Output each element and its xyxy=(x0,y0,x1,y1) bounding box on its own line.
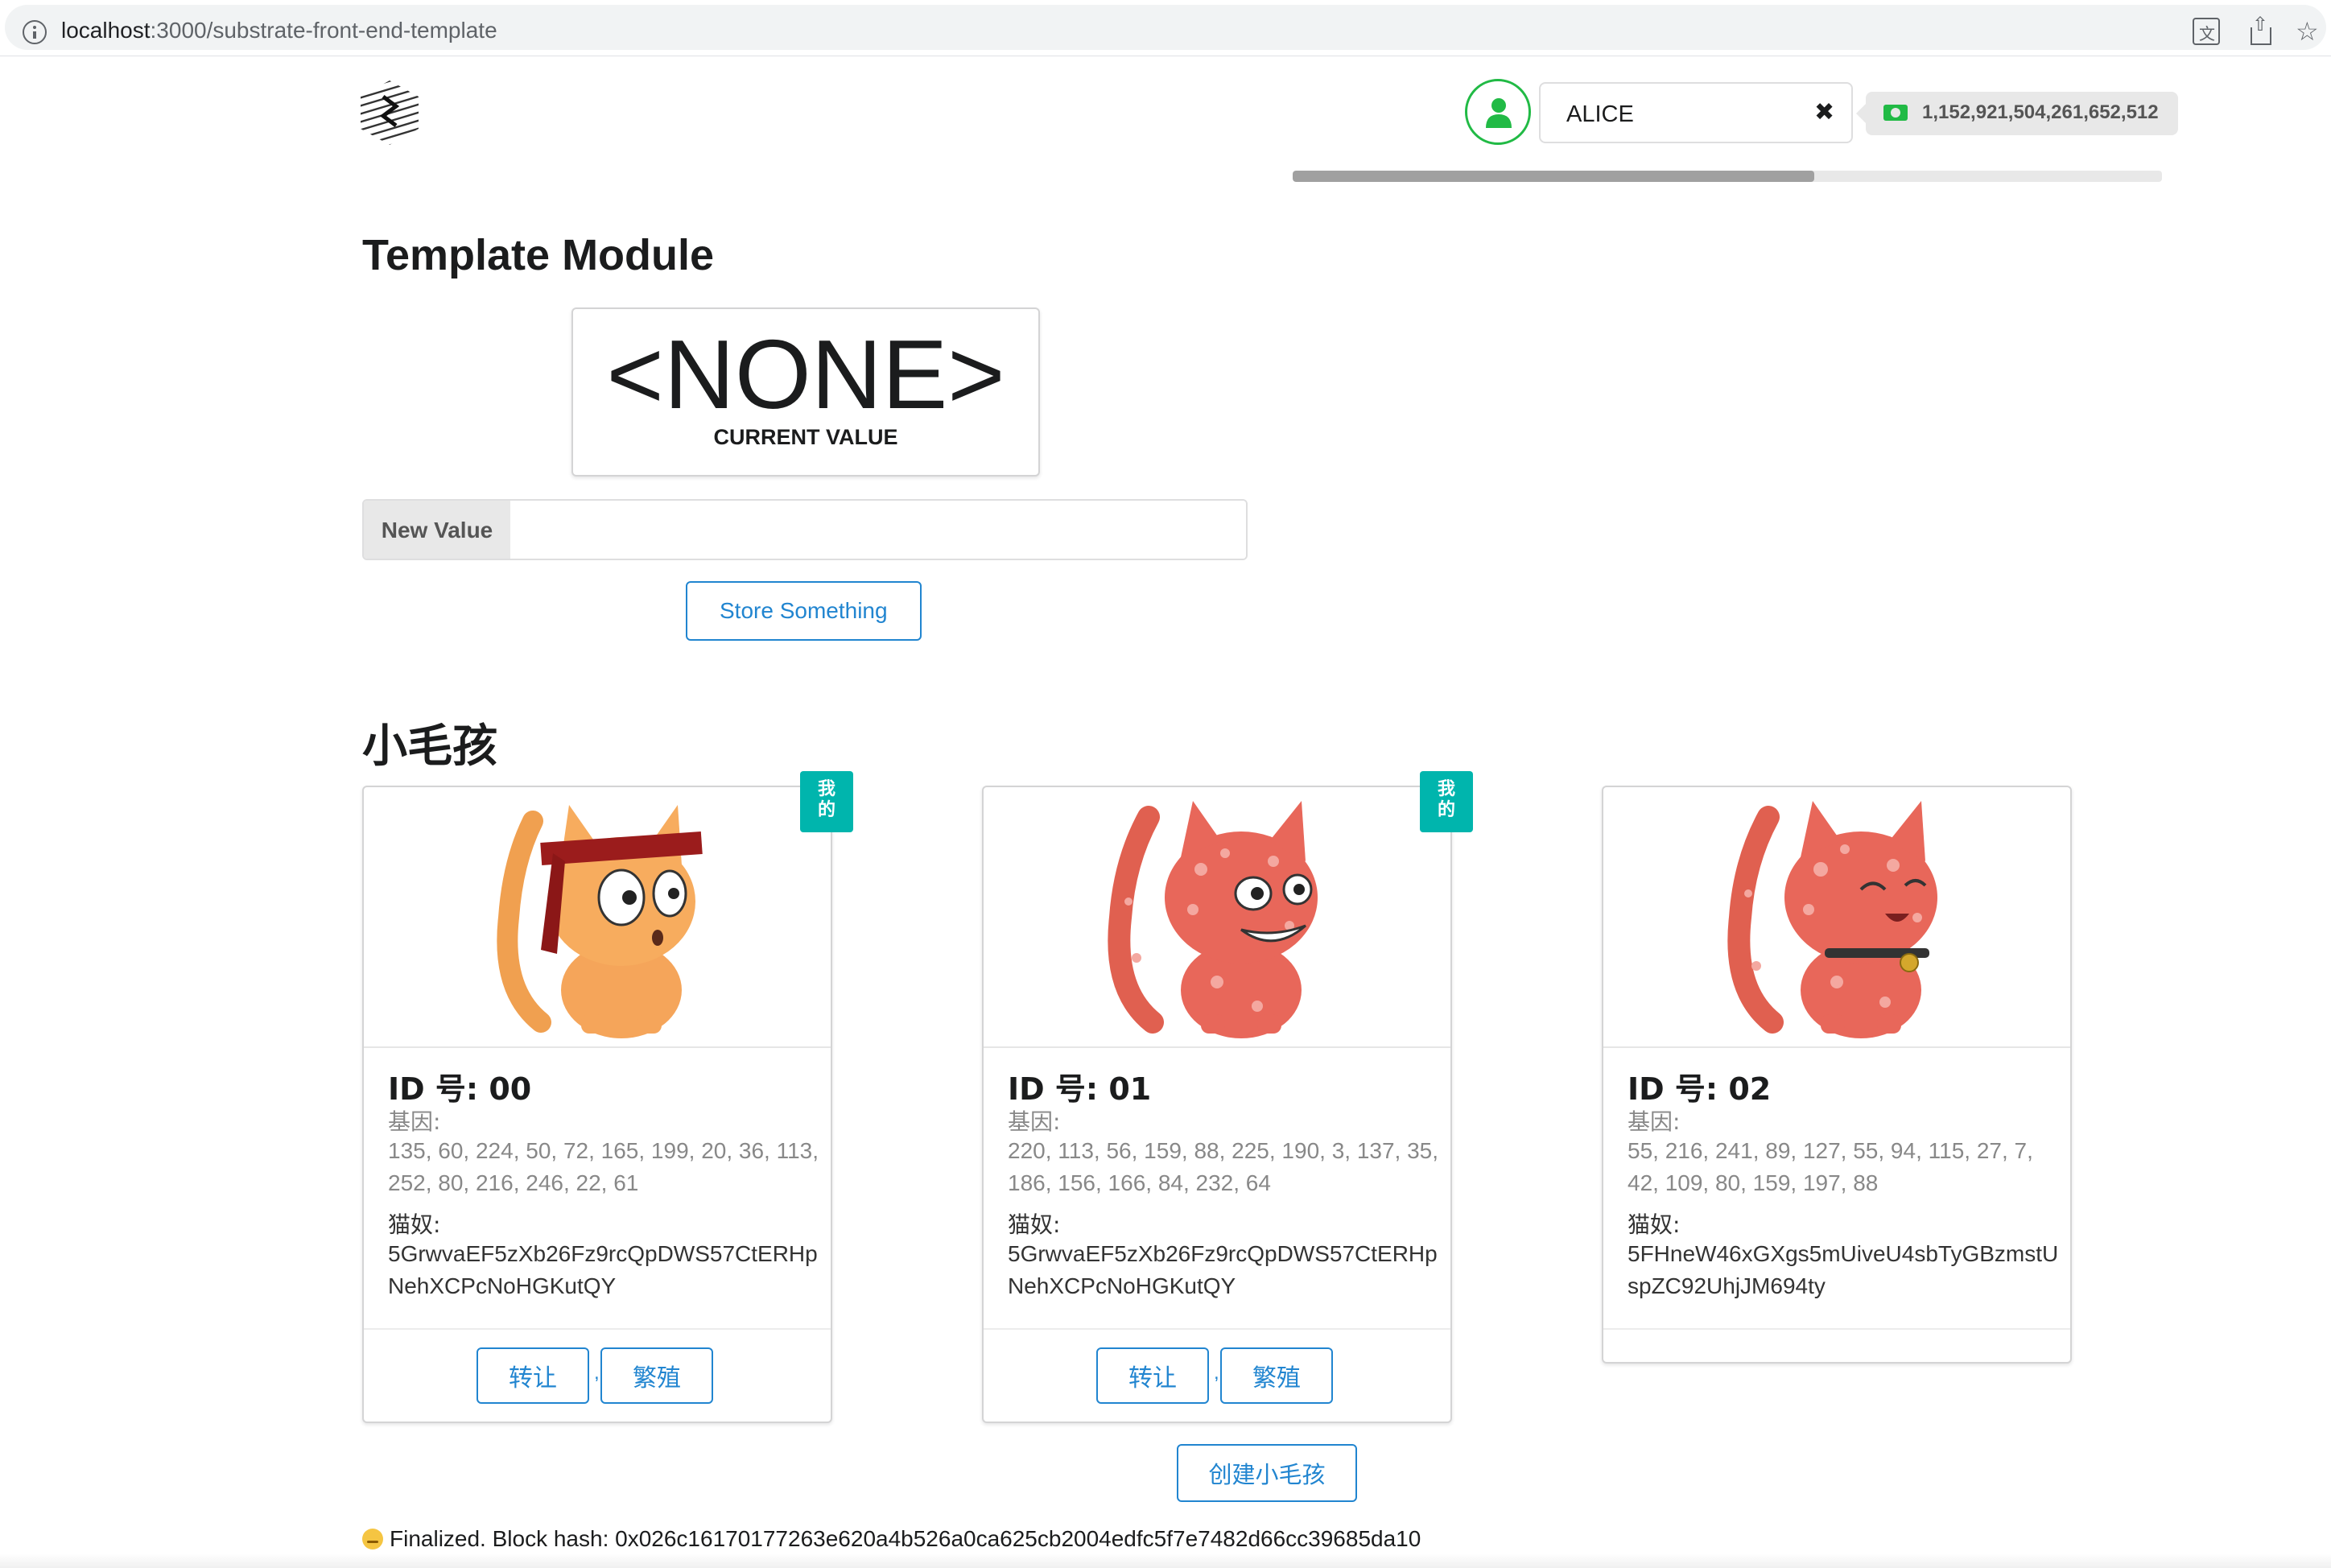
clear-icon[interactable]: ✖ xyxy=(1814,98,1834,126)
button-separator: , xyxy=(594,1362,600,1384)
url-text[interactable]: localhost:3000/substrate-front-end-templ… xyxy=(61,18,497,43)
kitties-title: 小毛孩 xyxy=(362,720,497,773)
mine-ribbon: 我的 xyxy=(1420,771,1473,832)
current-value-label: CURRENT VALUE xyxy=(713,425,898,449)
breed-button[interactable]: 繁殖 xyxy=(600,1347,713,1404)
balance-value: 1,152,921,504,261,652,512 xyxy=(1922,101,2159,123)
kitty-card: 我的 ID 号: 01 基因: 220, 113, 56, 159, 88, 2… xyxy=(982,771,1473,1423)
red-spotted-cat-collar-image xyxy=(1727,801,1937,1038)
transfer-button[interactable]: 转让 xyxy=(477,1347,589,1404)
bookmark-star-icon[interactable]: ☆ xyxy=(2296,18,2323,45)
kitty-id: ID 号: 01 xyxy=(1008,1071,1152,1107)
status-text: Finalized. Block hash: 0x026c16170177263… xyxy=(390,1526,1421,1551)
transfer-button[interactable]: 转让 xyxy=(1096,1347,1209,1404)
site-info-icon[interactable] xyxy=(23,20,47,44)
url-path: :3000/substrate-front-end-template xyxy=(150,18,497,43)
kitty-image xyxy=(1603,787,2070,1048)
transaction-status: Finalized. Block hash: 0x026c16170177263… xyxy=(362,1526,1421,1552)
store-something-button[interactable]: Store Something xyxy=(686,581,922,641)
owner-label: 猫奴: xyxy=(1628,1211,1681,1238)
translate-icon[interactable] xyxy=(2193,18,2220,45)
card-actions xyxy=(1603,1328,2070,1330)
account-selector[interactable]: ALICE ✖ xyxy=(1539,82,1853,143)
kitty-image xyxy=(984,787,1450,1048)
red-spotted-cat-grin-image xyxy=(1108,801,1318,1038)
orange-cat-headband-image xyxy=(497,805,703,1038)
dna-label: 基因: xyxy=(1628,1108,1681,1135)
kitty-card: 我的 ID 号: 00 基因: 135, 60, 224, 50, 72, 16… xyxy=(362,771,853,1423)
progress-fill xyxy=(1293,171,1814,182)
breed-button[interactable]: 繁殖 xyxy=(1220,1347,1333,1404)
user-icon xyxy=(1486,98,1512,128)
share-icon[interactable] xyxy=(2246,13,2273,45)
connection-progress xyxy=(1293,171,2162,182)
account-avatar-button[interactable] xyxy=(1465,79,1531,145)
current-value-card: <NONE> CURRENT VALUE xyxy=(571,307,1040,477)
kitty-owner: 5FHneW46xGXgs5mUiveU4sbTyGBzmstUspZC92Uh… xyxy=(1628,1241,2059,1298)
dna-label: 基因: xyxy=(1008,1108,1061,1135)
kitty-owner: 5GrwvaEF5zXb26Fz9rcQpDWS57CtERHpNehXCPcN… xyxy=(388,1241,818,1298)
kitty-dna: 55, 216, 241, 89, 127, 55, 94, 115, 27, … xyxy=(1628,1138,2033,1195)
balance-label: 1,152,921,504,261,652,512 xyxy=(1856,92,2178,135)
owner-label: 猫奴: xyxy=(1008,1211,1061,1238)
url-host: localhost xyxy=(61,18,151,43)
kitty-image xyxy=(364,787,831,1048)
current-value: <NONE> xyxy=(606,320,1005,429)
create-kitty-button[interactable]: 创建小毛孩 xyxy=(1177,1444,1357,1502)
button-separator: , xyxy=(1214,1362,1219,1384)
selected-account: ALICE xyxy=(1566,101,1634,127)
kitty-owner: 5GrwvaEF5zXb26Fz9rcQpDWS57CtERHpNehXCPcN… xyxy=(1008,1241,1438,1298)
substrate-logo[interactable] xyxy=(359,79,420,146)
card-actions xyxy=(364,1328,831,1330)
new-value-group: New Value xyxy=(362,499,1248,560)
page-bottom-edge xyxy=(0,1554,2331,1568)
browser-toolbar: localhost:3000/substrate-front-end-templ… xyxy=(0,0,2331,56)
address-bar[interactable]: localhost:3000/substrate-front-end-templ… xyxy=(5,5,2326,50)
template-module-title: Template Module xyxy=(362,231,715,279)
kitty-dna: 220, 113, 56, 159, 88, 225, 190, 3, 137,… xyxy=(1008,1138,1439,1195)
new-value-label: New Value xyxy=(364,501,510,559)
mine-ribbon: 我的 xyxy=(800,771,853,832)
owner-label: 猫奴: xyxy=(388,1211,441,1238)
kitty-card: ID 号: 02 基因: 55, 216, 241, 89, 127, 55, … xyxy=(1602,786,2072,1364)
kitty-id: ID 号: 02 xyxy=(1628,1071,1772,1107)
kitty-dna: 135, 60, 224, 50, 72, 165, 199, 20, 36, … xyxy=(388,1138,819,1195)
smirk-emoji-icon xyxy=(362,1529,383,1549)
dna-label: 基因: xyxy=(388,1108,441,1135)
money-icon xyxy=(1883,105,1908,121)
card-actions xyxy=(984,1328,1450,1330)
new-value-input[interactable] xyxy=(510,501,1246,559)
kitty-id: ID 号: 00 xyxy=(388,1071,532,1107)
